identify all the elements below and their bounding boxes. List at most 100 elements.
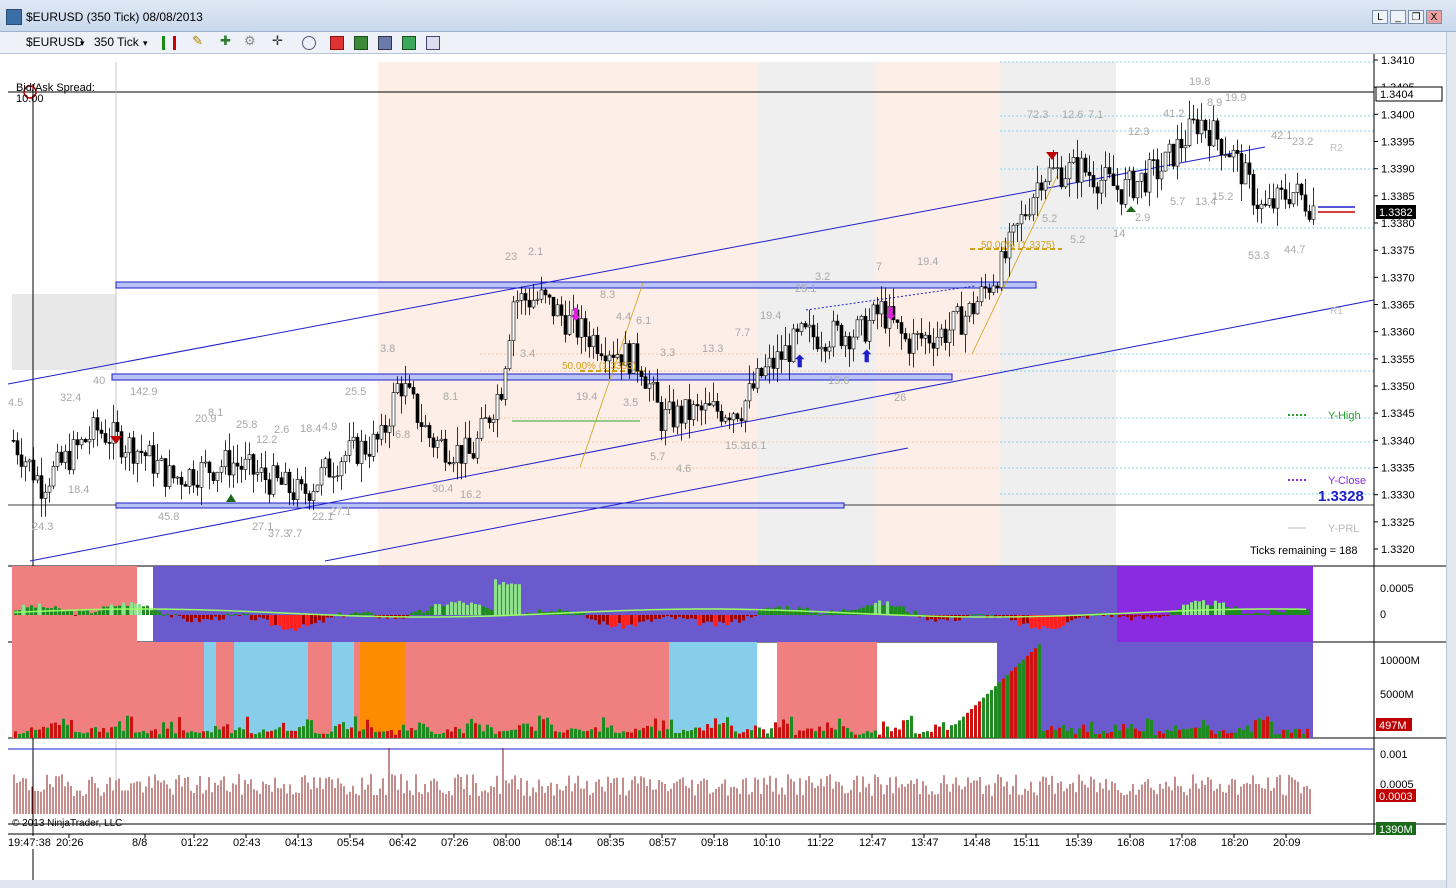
up-candle <box>395 383 400 393</box>
template-icon[interactable] <box>402 36 416 50</box>
osc-bar-down <box>686 615 689 620</box>
window-layout-icon[interactable] <box>426 36 440 50</box>
annotation-label: 4.5 <box>8 397 23 409</box>
link-button[interactable]: L <box>1372 10 1388 24</box>
y-tick-label: 1.3395 <box>1381 137 1415 149</box>
vol-bar-up <box>534 730 537 738</box>
down-candle <box>823 346 828 352</box>
chevron-down-icon[interactable]: ▾ <box>143 38 148 49</box>
up-candle <box>319 467 324 486</box>
vol-bar-up <box>78 732 81 738</box>
vol-bar-up <box>234 730 237 738</box>
maximize-button[interactable]: ❐ <box>1408 10 1424 24</box>
y-tick-label: 1.3330 <box>1381 490 1415 502</box>
vol-bar-up <box>242 729 245 738</box>
up-candle <box>651 381 656 385</box>
right-scroll-strip[interactable] <box>1446 32 1456 888</box>
osc-bar-up <box>450 601 453 615</box>
osc-bar-up <box>990 614 993 616</box>
up-candle <box>1183 145 1188 149</box>
vol-bar-up <box>62 718 65 738</box>
minimize-button[interactable]: _ <box>1390 10 1406 24</box>
up-candle <box>1127 170 1132 180</box>
up-candle <box>519 293 524 301</box>
session-band <box>12 294 116 370</box>
up-candle <box>79 439 84 446</box>
osc-bar-up <box>66 610 69 615</box>
bar-style-icon[interactable] <box>162 36 176 50</box>
down-candle <box>59 451 64 463</box>
x-tick-label: 07:26 <box>441 837 469 849</box>
up-candle <box>175 476 180 479</box>
indicators-icon[interactable]: ✚ <box>220 33 234 48</box>
vol-bar-down <box>366 719 369 738</box>
annotation-label: 4.9 <box>322 421 337 433</box>
chart-trader-icon[interactable] <box>354 36 368 50</box>
down-candle <box>1003 251 1008 259</box>
vol-bar-up <box>194 732 197 738</box>
vol-bar-up <box>1118 730 1121 738</box>
vol-bar-down <box>706 724 709 738</box>
up-candle <box>243 458 248 470</box>
up-candle <box>1267 198 1272 206</box>
properties-icon[interactable] <box>378 36 392 50</box>
vol-bar-down <box>1086 731 1089 738</box>
bottom-scrollbar[interactable] <box>0 880 1446 888</box>
up-candle <box>799 323 804 332</box>
annotation-label: 3.8 <box>380 343 395 355</box>
price-chart-canvas[interactable]: 4.5 32.440142.920.98.125.812.22.6 18.4 4.92… <box>0 54 1446 888</box>
vol-bar-down <box>358 731 361 738</box>
zoom-icon[interactable] <box>302 36 316 50</box>
data-box-icon[interactable] <box>330 36 344 50</box>
down-candle <box>211 472 216 481</box>
vol-bar-down <box>774 722 777 738</box>
down-candle <box>795 328 800 332</box>
annotation-label: 18.4 <box>68 484 89 496</box>
vol-bar-up <box>862 733 865 738</box>
down-candle <box>1215 120 1220 140</box>
osc-bar-up <box>38 603 41 615</box>
down-candle <box>99 429 104 434</box>
chevron-down-icon[interactable]: ▾ <box>80 38 85 49</box>
vol-bar-down <box>1058 727 1061 738</box>
vol-bar-up <box>1182 728 1185 738</box>
period-selector[interactable]: 350 Tick <box>94 35 139 49</box>
vol-bar-up <box>602 717 605 738</box>
vol-bar-up <box>1174 725 1177 738</box>
close-button[interactable]: X <box>1426 10 1442 24</box>
up-candle <box>483 417 488 420</box>
instrument-selector[interactable]: $EURUSD <box>26 35 83 49</box>
osc-bar-down <box>690 615 693 619</box>
vol-bar-up <box>1302 734 1305 738</box>
down-candle <box>1091 175 1096 188</box>
osc-bar-up <box>154 609 157 615</box>
vol-bar-up <box>954 724 957 738</box>
up-candle <box>855 319 860 338</box>
down-candle <box>191 469 196 486</box>
draw-pencil-icon[interactable]: ✎ <box>192 33 206 48</box>
up-candle <box>955 306 960 312</box>
vol-bar-up <box>422 723 425 738</box>
strategies-icon[interactable]: ⚙ <box>244 33 258 48</box>
down-candle <box>971 303 976 315</box>
osc-bar-up <box>418 609 421 615</box>
vol-bar-up <box>866 731 869 738</box>
down-candle <box>367 453 372 457</box>
osc-bar-up <box>126 605 129 615</box>
osc-bar-up <box>906 611 909 615</box>
vol-bar-down <box>350 727 353 738</box>
osc-bar-down <box>202 615 205 620</box>
osc-bar-down <box>954 615 957 622</box>
crosshair-icon[interactable]: ✛ <box>272 33 286 48</box>
volume-bg <box>204 642 216 738</box>
osc-bar-up <box>246 614 249 616</box>
vol-bar-down <box>1050 726 1053 738</box>
down-candle <box>919 333 924 339</box>
vol-label-10000m: 10000M <box>1380 655 1420 667</box>
osc-bar-down <box>238 615 241 616</box>
vol-bar-up <box>670 719 673 738</box>
osc-bar-up <box>230 614 233 616</box>
vol-bar-down <box>390 729 393 738</box>
osc-bar-up <box>242 613 245 615</box>
down-candle <box>1059 167 1064 188</box>
